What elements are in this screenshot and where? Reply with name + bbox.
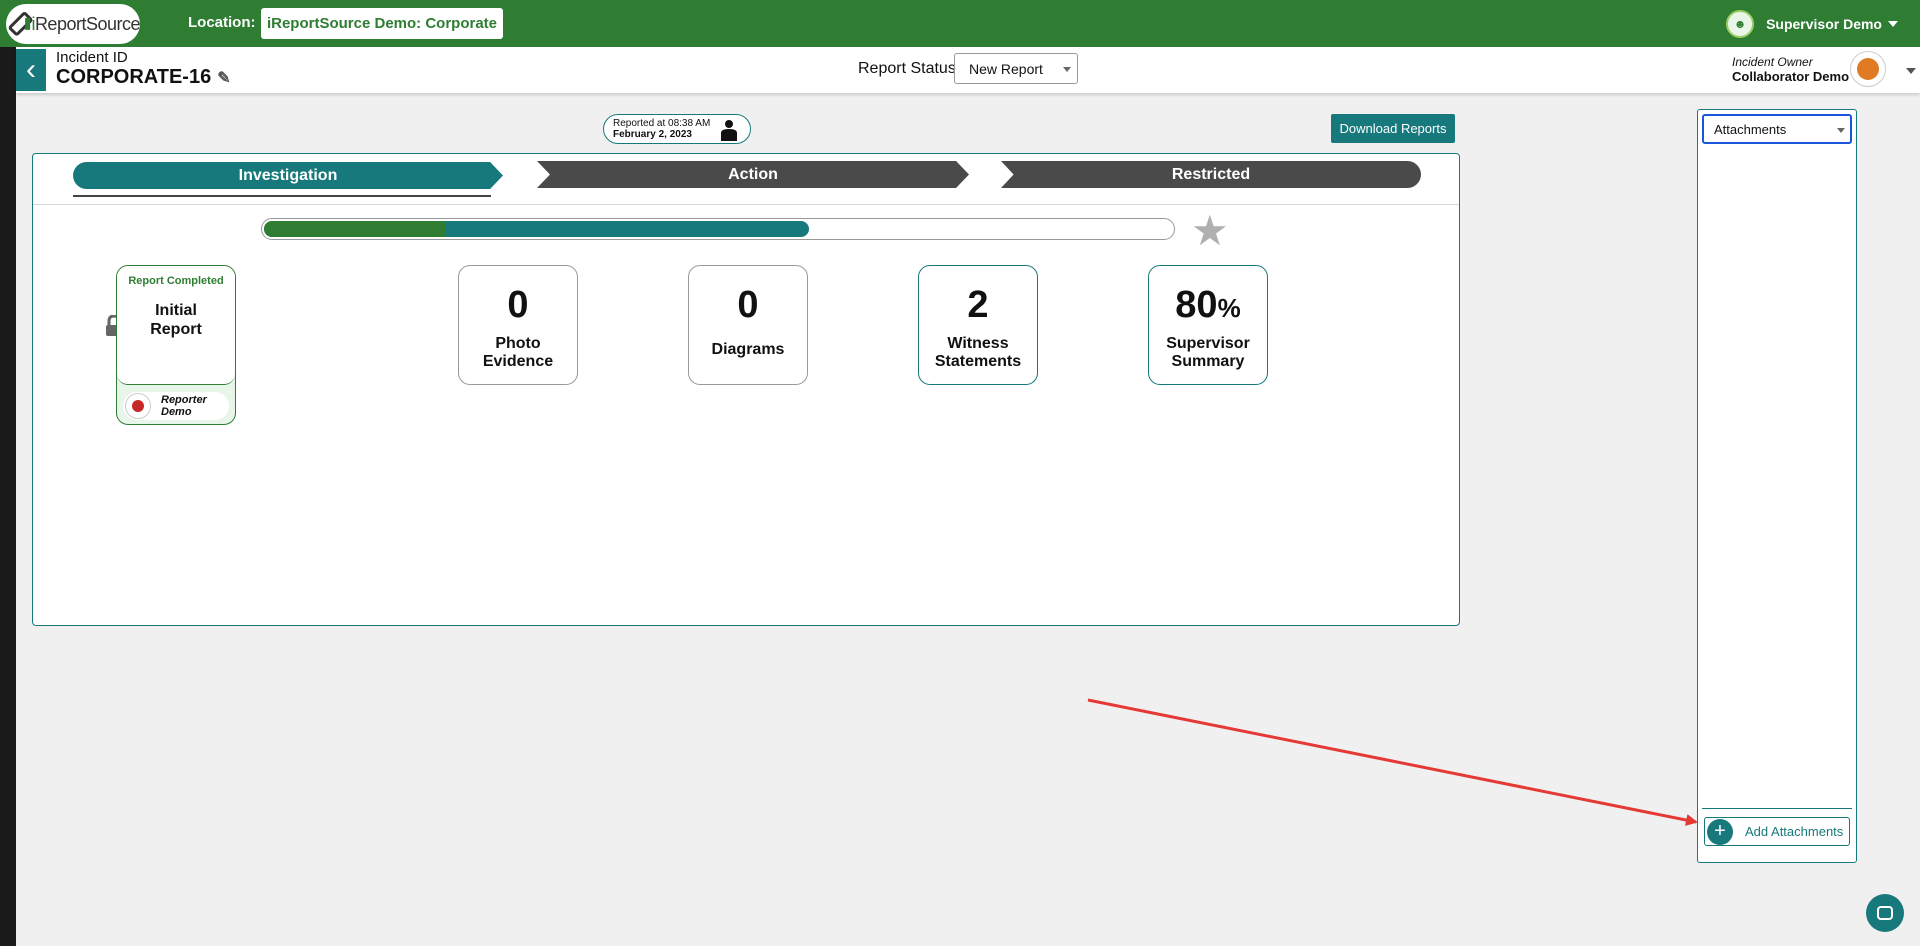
witness-statements-count: 2 [967,284,989,326]
location-selector[interactable]: iReportSource Demo: Corporate [261,8,503,39]
incident-id-label: Incident ID [56,49,128,66]
incident-id-value: CORPORATE-16 [56,66,212,88]
photo-evidence-card[interactable]: 0 Photo Evidence [458,265,578,385]
star-icon[interactable]: ★ [1191,206,1229,255]
edit-pencil-icon[interactable]: ✎ [217,68,230,88]
chat-bubble-icon [1877,906,1893,920]
initial-report-title-line1: Initial [155,302,197,319]
user-name: Supervisor Demo [1766,16,1882,32]
incident-owner: Incident Owner Collaborator Demo [1732,55,1849,84]
reporter-person-icon [721,120,737,141]
user-avatar: ☻ [1726,10,1755,38]
witness-statements-label: Witness Statements [934,335,1022,370]
photo-evidence-count: 0 [507,284,529,326]
active-tab-underline [73,195,491,197]
top-bar: iReportSource Location: iReportSource De… [0,0,1920,47]
incident-header: ‹ Incident ID CORPORATE-16 ✎ Report Stat… [16,47,1920,93]
investigation-panel: Investigation Action Restricted ★ Report… [32,153,1460,626]
chevron-down-icon [1063,67,1071,72]
investigation-progress-bar [261,218,1175,240]
user-menu-chevron-down-icon [1888,21,1898,27]
owner-avatar[interactable] [1850,51,1886,87]
attachments-select[interactable]: Attachments [1702,114,1852,144]
supervisor-summary-label: Supervisor Summary [1166,335,1250,370]
report-status-select[interactable]: New Report [954,53,1078,84]
download-reports-button[interactable]: Download Reports [1331,114,1455,143]
logo-mark-icon [7,10,34,38]
initial-report-card[interactable]: Report Completed Initial Report Reporter… [116,265,236,425]
witness-statements-card[interactable]: 2 Witness Statements [918,265,1038,385]
back-button[interactable]: ‹ [16,49,46,91]
reporter-badge: Reporter Demo [123,392,229,420]
progress-fill-completed [264,221,446,237]
logo-text: iReportSource [31,13,140,34]
location-label: Location: [188,14,256,31]
reported-at-badge: Reported at 08:38 AM February 2, 2023 [603,114,751,144]
ireportsource-logo[interactable]: iReportSource [6,4,141,44]
owner-menu-chevron-down-icon[interactable] [1906,68,1916,74]
tab-investigation[interactable]: Investigation [73,162,503,189]
tab-restricted[interactable]: Restricted [1001,161,1421,188]
supervisor-summary-card[interactable]: 80% Supervisor Summary [1148,265,1268,385]
add-attachments-label: Add Attachments [1745,824,1844,839]
user-menu[interactable]: ☻ Supervisor Demo [1726,10,1898,38]
report-status-label: Report Status: [858,60,961,77]
tab-action[interactable]: Action [537,161,969,188]
attachments-select-value: Attachments [1714,121,1787,137]
report-status-value: New Report [969,60,1043,77]
attachments-panel: Attachments + Add Attachments [1697,109,1857,863]
report-completed-status: Report Completed [128,275,224,287]
incident-owner-name: Collaborator Demo [1732,69,1850,84]
plus-icon: + [1707,818,1733,845]
diagrams-card[interactable]: 0 Diagrams [688,265,808,385]
initial-report-title: Initial Report [117,301,235,339]
reporter-name-line1: Reporter [161,394,207,406]
reporter-avatar-image [132,400,144,412]
add-attachments-button[interactable]: + Add Attachments [1704,817,1850,846]
incident-id: CORPORATE-16 ✎ [56,66,231,89]
reporter-name: Reporter Demo [161,394,207,418]
chat-launcher-button[interactable] [1866,894,1904,932]
diagrams-label: Diagrams [711,341,785,358]
initial-report-card-top: Report Completed Initial Report [117,266,235,385]
attachments-divider [1702,808,1852,809]
initial-report-title-line2: Report [150,321,202,338]
owner-avatar-image [1857,58,1879,80]
diagrams-count: 0 [737,284,759,326]
chevron-down-icon [1837,128,1845,133]
left-edge-strip [0,0,16,946]
reporter-avatar [125,393,151,419]
incident-owner-label: Incident Owner [1732,55,1813,69]
tabs-divider [33,204,1459,205]
reporter-name-line2: Demo [161,406,192,418]
photo-evidence-label: Photo Evidence [482,335,554,370]
supervisor-summary-percent: 80% [1175,284,1241,326]
